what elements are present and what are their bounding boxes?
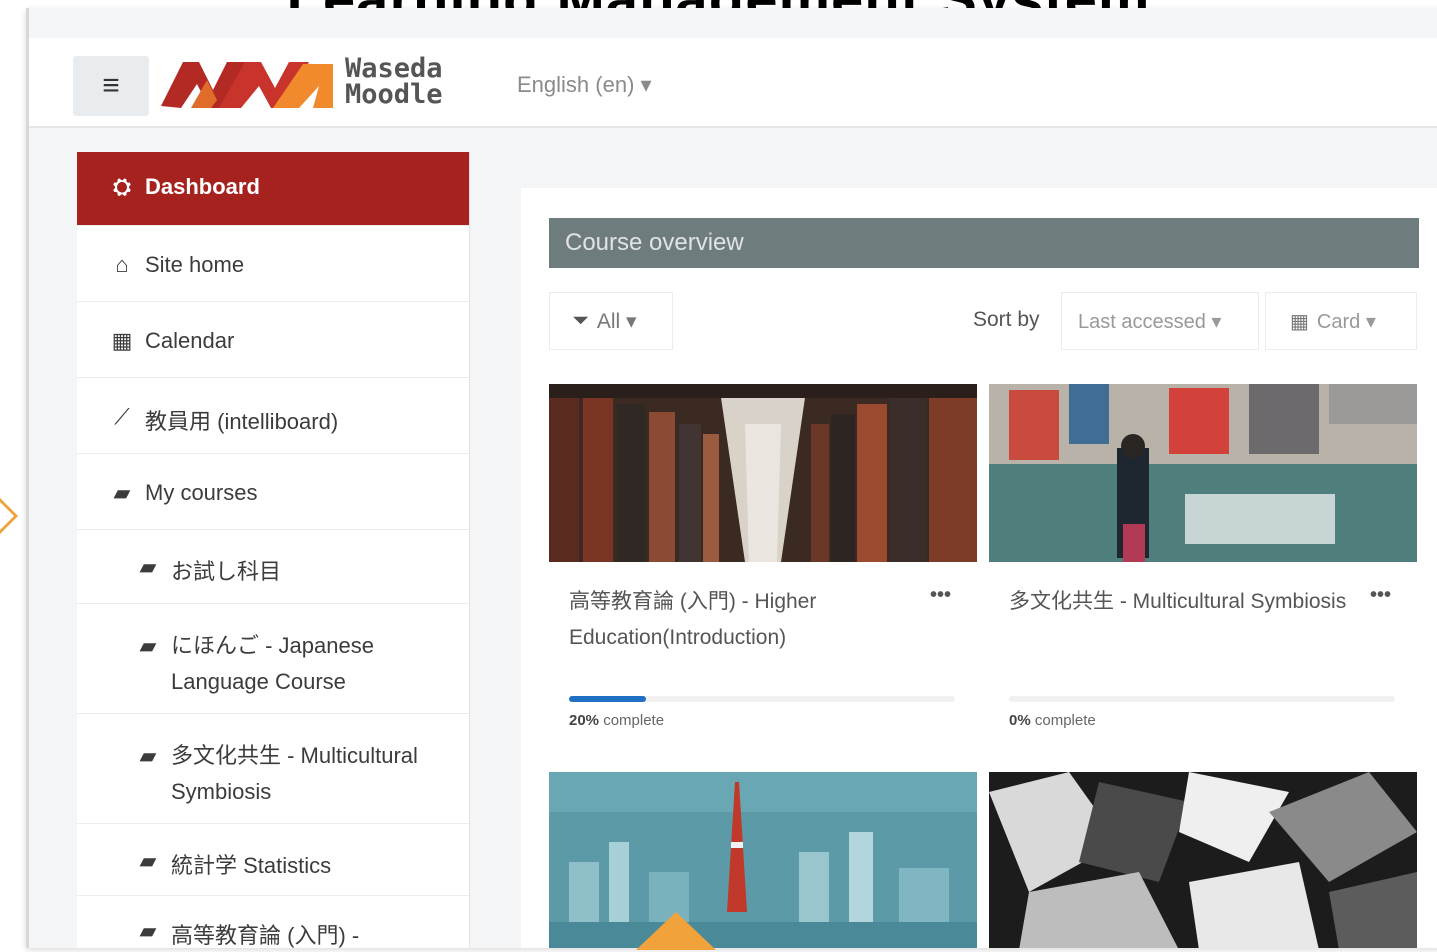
- line-chart-icon: ⟋: [114, 404, 130, 429]
- sidebar-item-course[interactable]: ▰ お試し科目: [77, 530, 469, 604]
- progress-suffix: complete: [1030, 712, 1096, 729]
- top-navbar: ≡ Waseda Moodle English (en) ▾: [29, 38, 1437, 128]
- course-overview-block: Course overview ⏷ All ▾ Sort by Last acc…: [521, 188, 1437, 948]
- sort-dropdown[interactable]: Last accessed ▾: [1061, 292, 1259, 350]
- sidebar-item-label: My courses: [145, 480, 258, 505]
- progress-value: 20%: [569, 712, 600, 729]
- grid-icon: ▦: [1290, 310, 1309, 333]
- sidebar-item-site-home[interactable]: ⌂ Site home: [77, 226, 469, 302]
- progress-text: 0% complete: [1009, 712, 1096, 729]
- callout-arrow-bottom: [636, 912, 716, 950]
- progress-bar: [1009, 696, 1395, 702]
- course-image: [989, 384, 1417, 562]
- course-image: [989, 772, 1417, 948]
- sidebar-item-my-courses[interactable]: ▰ My courses: [77, 454, 469, 530]
- progress-suffix: complete: [599, 712, 665, 729]
- course-image: [549, 772, 977, 948]
- filter-icon: ⏷: [572, 309, 589, 332]
- sidebar-item-label: 教員用 (intelliboard): [145, 409, 339, 434]
- moodle-screenshot: ≡ Waseda Moodle English (en) ▾ ⛭ Dashboa…: [26, 8, 1437, 948]
- progress-text: 20% complete: [569, 712, 664, 729]
- course-title[interactable]: 多文化共生 - Multicultural Symbiosis: [1009, 584, 1349, 620]
- view-label: Card ▾: [1316, 310, 1376, 333]
- more-options-icon[interactable]: •••: [930, 584, 951, 607]
- progress-bar: [569, 696, 955, 702]
- progress-value: 0%: [1009, 712, 1031, 729]
- section-title: Course overview: [549, 218, 1419, 268]
- more-options-icon[interactable]: •••: [1370, 584, 1391, 607]
- hamburger-icon: ≡: [102, 69, 120, 102]
- logo-line-2: Moodle: [345, 79, 443, 110]
- sidebar-item-label: お試し科目: [171, 559, 282, 584]
- dashboard-icon: ⛭: [113, 174, 131, 199]
- course-title[interactable]: 高等教育論 (入門) - Higher Education(Introducti…: [569, 584, 909, 656]
- sidebar-item-dashboard[interactable]: ⛭ Dashboard: [77, 152, 469, 226]
- graduation-cap-icon: ▰: [139, 633, 157, 658]
- sidebar-item-course[interactable]: ▰ 高等教育論 (入門) -: [77, 896, 469, 948]
- graduation-cap-icon: ▰: [139, 918, 157, 943]
- nav-drawer: ⛭ Dashboard ⌂ Site home ▦ Calendar ⟋ 教員用…: [77, 152, 470, 948]
- language-selector[interactable]: English (en) ▾: [517, 72, 652, 98]
- sidebar-item-label: 統計学 Statistics: [171, 853, 332, 878]
- sidebar-item-label: にほんご - Japanese Language Course: [171, 633, 374, 694]
- filter-dropdown[interactable]: ⏷ All ▾: [549, 292, 673, 350]
- sidebar-item-label: Calendar: [145, 328, 235, 353]
- home-icon: ⌂: [115, 252, 129, 277]
- hamburger-menu-button[interactable]: ≡: [73, 56, 149, 116]
- sidebar-item-calendar[interactable]: ▦ Calendar: [77, 302, 469, 378]
- calendar-icon: ▦: [111, 328, 133, 353]
- sidebar-item-course[interactable]: ▰ 多文化共生 - Multicultural Symbiosis: [77, 714, 469, 824]
- graduation-cap-icon: ▰: [139, 554, 157, 579]
- sidebar-item-label: 高等教育論 (入門) -: [171, 923, 360, 948]
- sidebar-item-course[interactable]: ▰ 統計学 Statistics: [77, 824, 469, 896]
- course-card[interactable]: [989, 772, 1417, 948]
- sidebar-item-course[interactable]: ▰ にほんご - Japanese Language Course: [77, 604, 469, 714]
- graduation-cap-icon: ▰: [113, 480, 131, 505]
- sidebar-item-label: Dashboard: [145, 174, 260, 199]
- sort-label: Sort by: [973, 308, 1040, 331]
- callout-arrow-left-inner: [0, 498, 14, 534]
- course-card[interactable]: [549, 772, 977, 948]
- course-image: [549, 384, 977, 562]
- waseda-moodle-logo: [161, 62, 333, 108]
- progress-fill: [569, 696, 647, 702]
- sidebar-item-label: 多文化共生 - Multicultural Symbiosis: [171, 743, 418, 804]
- graduation-cap-icon: ▰: [139, 743, 157, 768]
- sidebar-item-intelliboard[interactable]: ⟋ 教員用 (intelliboard): [77, 378, 469, 454]
- logo-wordmark: Waseda Moodle: [345, 55, 443, 110]
- course-card[interactable]: 高等教育論 (入門) - Higher Education(Introducti…: [549, 384, 977, 764]
- view-dropdown[interactable]: ▦ Card ▾: [1265, 292, 1417, 350]
- filter-label: All ▾: [596, 309, 637, 333]
- course-card[interactable]: 多文化共生 - Multicultural Symbiosis ••• 0% c…: [989, 384, 1417, 764]
- graduation-cap-icon: ▰: [139, 848, 157, 873]
- sidebar-item-label: Site home: [145, 252, 245, 277]
